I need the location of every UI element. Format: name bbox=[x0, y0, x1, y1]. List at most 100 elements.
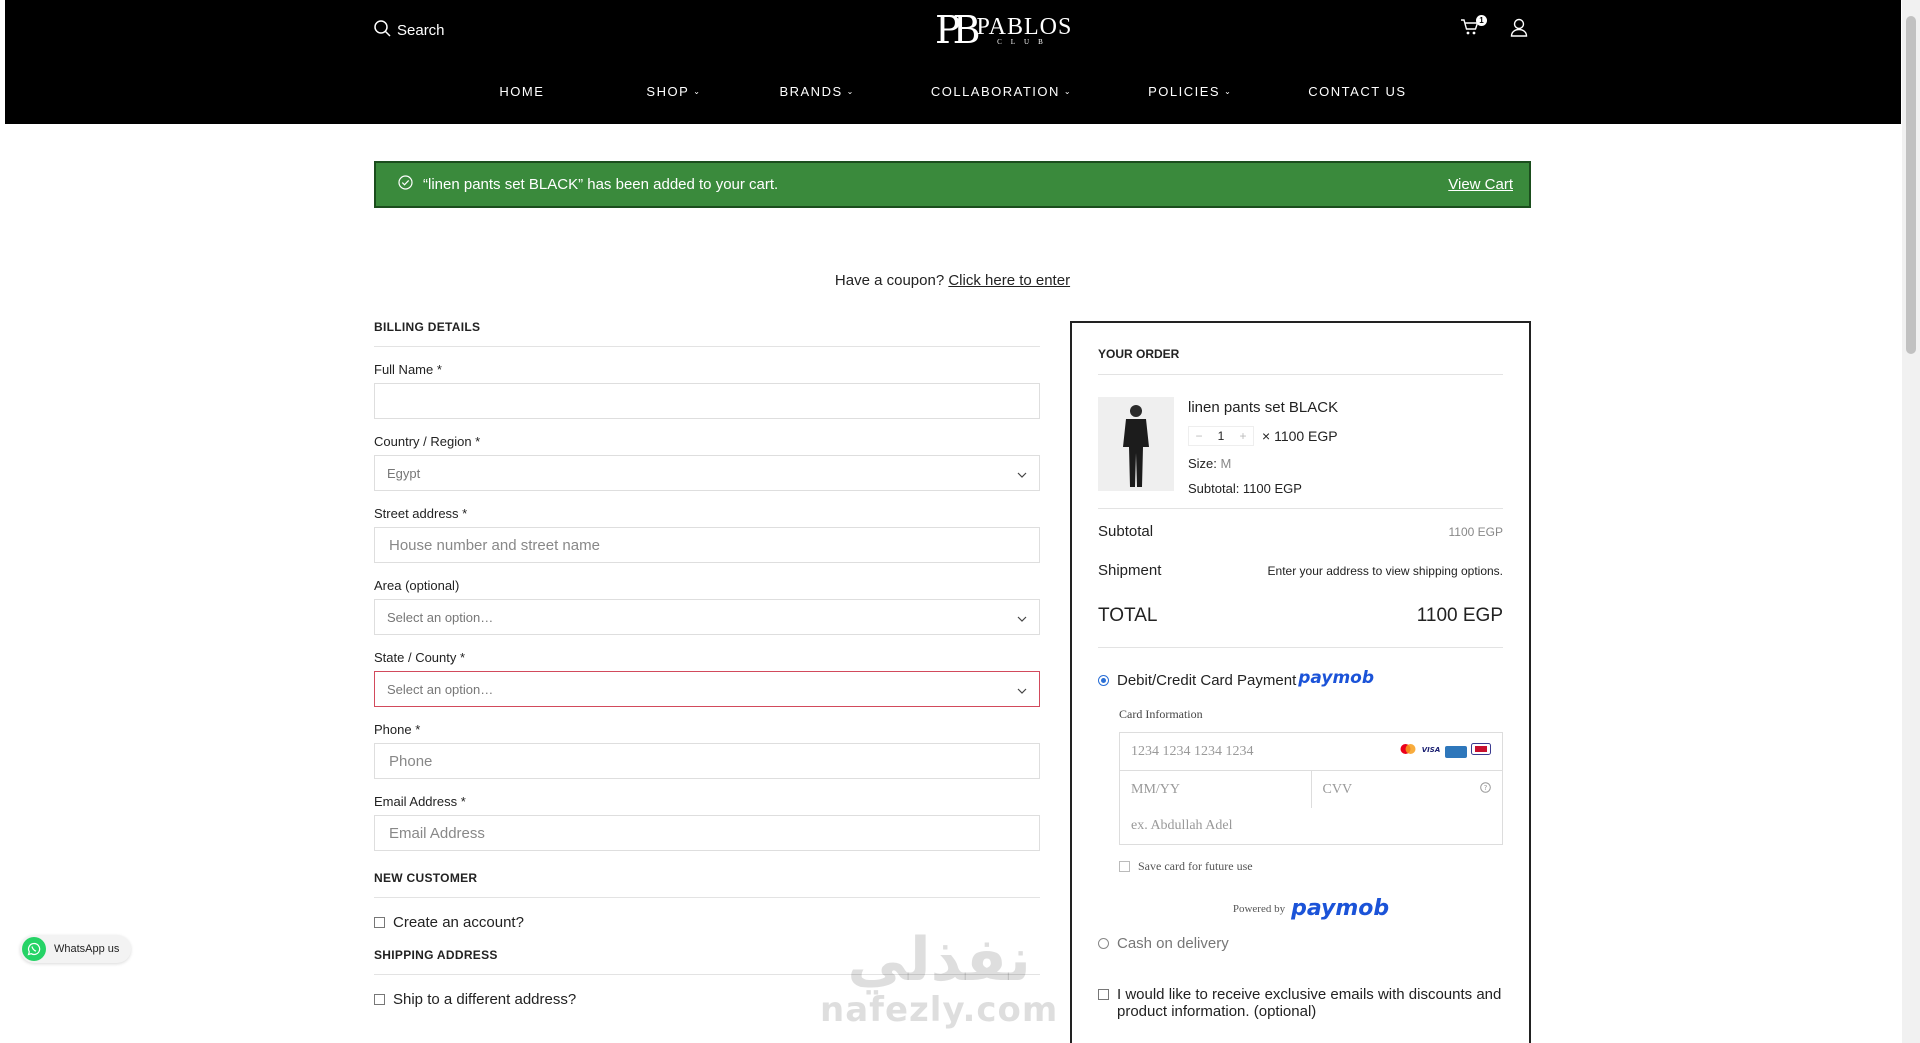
site-header: Search PB PABLOS CLUB 1 HOME SHOP ⌄ BRAND… bbox=[5, 0, 1901, 124]
chevron-down-icon bbox=[1017, 682, 1027, 697]
search-button[interactable]: Search bbox=[374, 20, 445, 41]
cod-option[interactable]: Cash on delivery bbox=[1098, 935, 1503, 952]
price-line: × 1100 EGP bbox=[1262, 428, 1338, 444]
street-placeholder: House number and street name bbox=[389, 536, 600, 554]
main-nav: HOME SHOP ⌄ BRANDS ⌄ COLLABORATION ⌄ POLICI… bbox=[5, 84, 1901, 99]
logo-mark: PB bbox=[935, 8, 980, 52]
nav-shop[interactable]: SHOP ⌄ bbox=[646, 84, 701, 99]
phone-input[interactable]: Phone bbox=[374, 743, 1040, 779]
quantity-stepper[interactable]: − 1 + bbox=[1188, 426, 1254, 446]
marketing-emails-label: I would like to receive exclusive emails… bbox=[1117, 986, 1502, 1020]
email-input[interactable]: Email Address bbox=[374, 815, 1040, 851]
subtotal-value: 1100 EGP bbox=[1448, 524, 1503, 539]
street-input[interactable]: House number and street name bbox=[374, 527, 1040, 563]
card-info-label: Card Information bbox=[1119, 707, 1203, 721]
ship-different-label: Ship to a different address? bbox=[393, 991, 577, 1008]
country-select[interactable]: Egypt bbox=[374, 455, 1040, 491]
email-label: Email Address * bbox=[374, 794, 466, 809]
cod-label: Cash on delivery bbox=[1117, 935, 1229, 952]
logo-subtext: CLUB bbox=[997, 38, 1052, 46]
expiry-input[interactable]: MM/YY bbox=[1120, 771, 1312, 808]
nav-home[interactable]: HOME bbox=[499, 84, 544, 99]
create-account-checkbox[interactable] bbox=[374, 917, 385, 928]
notice-message: “linen pants set BLACK” has been added t… bbox=[423, 176, 779, 193]
cvv-placeholder: CVV bbox=[1322, 781, 1353, 797]
amex-icon bbox=[1445, 745, 1467, 758]
coupon-link[interactable]: Click here to enter bbox=[948, 272, 1070, 289]
chevron-down-icon bbox=[1017, 610, 1027, 625]
cvv-input[interactable]: CVV ? bbox=[1312, 771, 1503, 808]
nav-home-label: HOME bbox=[499, 84, 545, 99]
order-item: linen pants set BLACK − 1 + × 1100 EGP S… bbox=[1098, 375, 1503, 509]
card-payment-radio[interactable] bbox=[1098, 675, 1109, 686]
phone-label: Phone * bbox=[374, 722, 421, 737]
full-name-input[interactable] bbox=[374, 383, 1040, 419]
shipment-label: Shipment bbox=[1098, 562, 1162, 579]
billing-title: BILLING DETAILS bbox=[374, 320, 1040, 347]
expiry-placeholder: MM/YY bbox=[1131, 781, 1181, 797]
powered-by: Powered by paymob bbox=[1119, 896, 1503, 921]
shipment-value: Enter your address to view shipping opti… bbox=[1267, 563, 1503, 578]
size-label: Size: bbox=[1188, 456, 1217, 471]
scrollbar-thumb[interactable] bbox=[1906, 16, 1916, 354]
paymob-logo: paymob bbox=[1291, 896, 1390, 921]
country-value: Egypt bbox=[387, 465, 421, 481]
qty-value: 1 bbox=[1217, 429, 1225, 443]
cardholder-input[interactable]: ex. Abdullah Adel bbox=[1120, 807, 1502, 844]
state-value: Select an option… bbox=[387, 681, 494, 697]
save-card-label: Save card for future use bbox=[1138, 859, 1253, 873]
powered-by-label: Powered by bbox=[1232, 902, 1286, 915]
coupon-text: Have a coupon? bbox=[834, 272, 945, 289]
visa-icon: VISA bbox=[1421, 743, 1441, 760]
card-payment-label: Debit/Credit Card Payment bbox=[1117, 672, 1297, 689]
chevron-down-icon: ⌄ bbox=[1063, 87, 1073, 96]
chevron-down-icon: ⌄ bbox=[693, 87, 702, 96]
create-account-option[interactable]: Create an account? bbox=[374, 914, 1040, 931]
card-brands: VISA bbox=[1399, 743, 1491, 760]
total-value: 1100 EGP bbox=[1416, 605, 1503, 626]
user-icon bbox=[1510, 18, 1528, 41]
area-label: Area (optional) bbox=[374, 578, 460, 593]
nav-brands[interactable]: BRANDS ⌄ bbox=[779, 84, 854, 99]
nav-policies[interactable]: POLICIES ⌄ bbox=[1148, 84, 1232, 99]
nav-contact[interactable]: CONTACT US bbox=[1308, 84, 1406, 99]
whatsapp-button[interactable]: WhatsApp us bbox=[20, 935, 132, 963]
view-cart-link[interactable]: View Cart bbox=[1448, 176, 1513, 193]
chevron-down-icon bbox=[1017, 466, 1027, 481]
mastercard-icon bbox=[1399, 743, 1417, 760]
cart-button[interactable]: 1 bbox=[1460, 15, 1487, 42]
save-card-option[interactable]: Save card for future use bbox=[1119, 859, 1503, 874]
size-value: M bbox=[1220, 456, 1232, 471]
nav-collaboration[interactable]: COLLABORATION ⌄ bbox=[931, 84, 1072, 99]
cod-radio[interactable] bbox=[1098, 938, 1109, 949]
save-card-checkbox[interactable] bbox=[1119, 861, 1130, 872]
total-label: TOTAL bbox=[1098, 605, 1158, 626]
account-button[interactable] bbox=[1510, 18, 1528, 42]
site-logo[interactable]: PB PABLOS CLUB bbox=[935, 8, 1072, 52]
ship-different-option[interactable]: Ship to a different address? bbox=[374, 991, 1040, 1008]
page-scrollbar[interactable] bbox=[1902, 0, 1920, 1043]
full-name-label: Full Name * bbox=[374, 362, 442, 377]
ship-different-checkbox[interactable] bbox=[374, 994, 385, 1005]
product-thumbnail[interactable] bbox=[1098, 397, 1174, 491]
card-number-input[interactable]: 1234 1234 1234 1234 VISA bbox=[1120, 733, 1502, 770]
marketing-emails-checkbox[interactable] bbox=[1098, 989, 1109, 1000]
state-select[interactable]: Select an option… bbox=[374, 671, 1040, 707]
product-name[interactable]: linen pants set BLACK bbox=[1188, 399, 1338, 416]
country-label: Country / Region * bbox=[374, 434, 481, 449]
cardholder-placeholder: ex. Abdullah Adel bbox=[1131, 817, 1233, 833]
chevron-down-icon: ⌄ bbox=[1224, 87, 1233, 96]
qty-plus-button[interactable]: + bbox=[1233, 429, 1253, 443]
help-icon[interactable]: ? bbox=[1480, 781, 1491, 798]
logo-text: PABLOS bbox=[976, 14, 1073, 40]
search-label: Search bbox=[397, 22, 445, 39]
nav-collaboration-label: COLLABORATION bbox=[930, 84, 1060, 99]
cart-notice: “linen pants set BLACK” has been added t… bbox=[374, 161, 1531, 208]
card-payment-option[interactable]: Debit/Credit Card Payment paymob bbox=[1098, 668, 1503, 689]
email-placeholder: Email Address bbox=[389, 824, 485, 842]
check-circle-icon bbox=[398, 175, 413, 194]
area-select[interactable]: Select an option… bbox=[374, 599, 1040, 635]
qty-minus-button[interactable]: − bbox=[1189, 429, 1209, 443]
marketing-emails-option[interactable]: I would like to receive exclusive emails… bbox=[1098, 986, 1503, 1020]
cart-count-badge: 1 bbox=[1476, 15, 1487, 26]
